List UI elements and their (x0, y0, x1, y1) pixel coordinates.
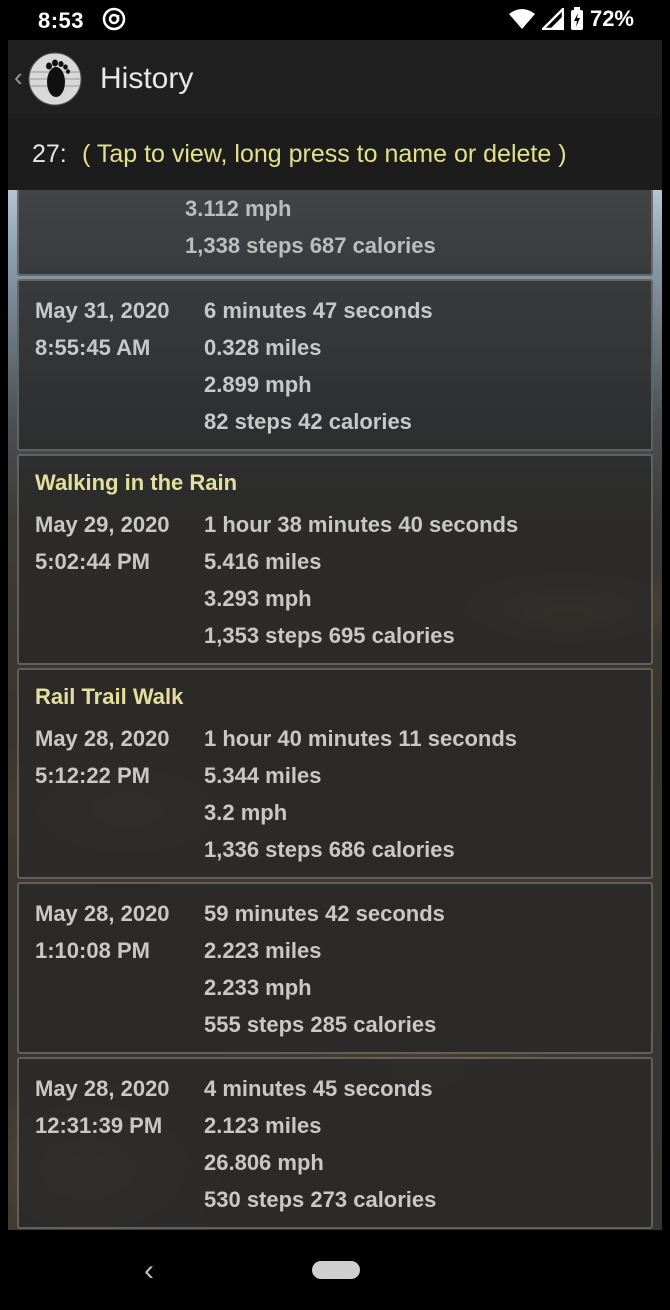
walk-distance: 5.344 miles (204, 763, 322, 788)
nav-back-icon[interactable]: ‹ (144, 1254, 154, 1288)
status-icons: 72% (508, 6, 634, 32)
walk-distance: 5.416 miles (204, 549, 322, 574)
status-bar: 8:53 72% (0, 0, 670, 40)
walk-duration: 1 hour 38 minutes 40 seconds (204, 512, 519, 537)
walk-name: Walking in the Rain (35, 470, 238, 495)
walk-steps-calories: 1,353 steps 695 calories (204, 623, 455, 648)
walk-distance: 2.123 miles (204, 1113, 322, 1138)
walk-card[interactable]: Walking in the Rain May 29, 2020 5:02:44… (17, 454, 653, 665)
wifi-icon (508, 9, 535, 29)
walk-steps-calories: 555 steps 285 calories (204, 1012, 437, 1037)
walk-card[interactable]: May 28, 2020 12:31:39 PM 4 minutes 45 se… (17, 1057, 653, 1229)
walk-date: May 28, 2020 (35, 726, 170, 751)
walk-card[interactable]: May 31, 2020 8:55:45 AM 6 minutes 47 sec… (17, 279, 653, 451)
cellular-signal-icon (541, 8, 564, 30)
walk-steps-calories: 530 steps 273 calories (204, 1187, 437, 1212)
walk-card[interactable]: May 28, 2020 1:10:08 PM 59 minutes 42 se… (17, 882, 653, 1054)
nav-home-pill[interactable] (312, 1261, 360, 1279)
walk-date: May 29, 2020 (35, 512, 170, 537)
page-title: History (100, 62, 194, 95)
walk-date: May 28, 2020 (35, 1076, 170, 1101)
walk-time: 5:02:44 PM (35, 549, 150, 574)
walk-card[interactable]: 3.112 mph 1,338 steps 687 calories (17, 190, 653, 276)
screen: 8:53 72% ‹ History 27: (Tap to view, lo… (0, 0, 670, 1310)
walk-distance: 2.223 miles (204, 938, 322, 963)
walk-speed: 3.112 mph (185, 196, 292, 221)
hint-text: ( Tap to view, long press to name or del… (82, 140, 567, 168)
status-time: 8:53 (38, 8, 85, 33)
walk-speed: 2.899 mph (204, 372, 312, 397)
walk-name: Rail Trail Walk (35, 684, 184, 709)
footprint-logo-icon[interactable] (28, 52, 82, 106)
battery-charging-icon (570, 7, 583, 30)
walk-speed: 3.293 mph (204, 586, 312, 611)
walk-time: 1:10:08 PM (35, 938, 150, 963)
walk-date: May 28, 2020 (35, 901, 170, 926)
walk-steps-calories: 1,336 steps 686 calories (204, 837, 455, 862)
walk-time: 12:31:39 PM (35, 1113, 163, 1138)
walk-speed: 26.806 mph (204, 1150, 324, 1175)
walk-duration: 6 minutes 47 seconds (204, 298, 433, 323)
walk-speed: 3.2 mph (204, 800, 288, 825)
walk-date: May 31, 2020 (35, 298, 170, 323)
walk-time: 8:55:45 AM (35, 335, 151, 360)
walk-list[interactable]: 3.112 mph 1,338 steps 687 calories May 3… (8, 190, 662, 1230)
hint-bar: 27: ( Tap to view, long press to name or… (8, 118, 662, 190)
system-nav-bar: ‹ (0, 1230, 670, 1310)
walk-duration: 1 hour 40 minutes 11 seconds (204, 726, 518, 751)
walk-speed: 2.233 mph (204, 975, 312, 1000)
walk-steps-calories: 82 steps 42 calories (204, 409, 412, 434)
walk-distance: 0.328 miles (204, 335, 322, 360)
walk-count: 27: (32, 140, 67, 168)
walk-duration: 59 minutes 42 seconds (204, 901, 445, 926)
walk-steps-calories: 1,338 steps 687 calories (185, 233, 436, 258)
at-sign-icon (102, 7, 126, 31)
battery-percent: 72% (589, 6, 634, 31)
walk-time: 5:12:22 PM (35, 763, 150, 788)
walk-duration: 4 minutes 45 seconds (204, 1076, 433, 1101)
walk-card[interactable]: Rail Trail Walk May 28, 2020 5:12:22 PM … (17, 668, 653, 879)
app-bar: ‹ History (8, 40, 662, 119)
back-chevron-icon[interactable]: ‹ (14, 62, 23, 93)
